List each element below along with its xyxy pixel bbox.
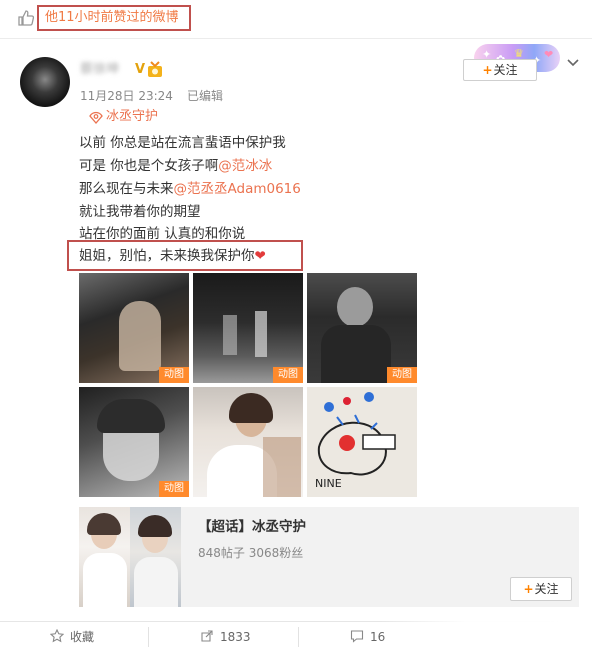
post-line: 以前 你总是站在流言蜚语中保护我 — [79, 134, 286, 152]
topic-name: 冰丞守护 — [252, 519, 306, 535]
thumbs-up-icon — [17, 9, 35, 27]
follow-button[interactable]: +关注 — [463, 59, 537, 81]
post-image[interactable]: 动图 — [193, 273, 303, 383]
post-text: 可是 你也是个女孩子啊 — [79, 158, 219, 174]
post-image[interactable]: 动图 — [79, 387, 189, 497]
post-text: 以前 你总是站在流言蜚语中保护我 — [79, 135, 286, 151]
edited-label[interactable]: 已编辑 — [187, 89, 223, 103]
post-image[interactable]: NINE — [307, 387, 417, 497]
chevron-down-icon[interactable] — [566, 57, 580, 69]
gif-badge: 动图 — [387, 367, 417, 383]
gif-badge: 动图 — [159, 367, 189, 383]
plus-icon: + — [482, 63, 493, 77]
post-line-highlight: 姐姐，别怕，未来换我保护你❤ — [79, 247, 266, 265]
post-line: 就让我带着你的期望 — [79, 203, 201, 221]
repost-button[interactable]: 1833 — [200, 627, 251, 647]
post-timestamp[interactable]: 11月28日 23:24 — [80, 89, 173, 103]
topic-stats: 848帖子 3068粉丝 — [198, 546, 304, 560]
avatar[interactable] — [20, 57, 70, 107]
heart-icon: ❤ — [254, 248, 266, 264]
topic-title[interactable]: 【超话】冰丞守护 — [198, 518, 306, 536]
post-text: 姐姐，别怕，未来换我保护你 — [79, 248, 255, 264]
fade-overlay — [380, 608, 592, 652]
star-icon — [50, 629, 64, 643]
verified-badge: V — [135, 62, 146, 77]
gif-badge: 动图 — [273, 367, 303, 383]
topic-prefix: 【超话】 — [198, 519, 252, 535]
repost-icon — [201, 630, 213, 642]
post-image[interactable]: 动图 — [307, 273, 417, 383]
post-meta: 11月28日 23:24 已编辑 — [80, 88, 237, 104]
post-text: 就让我带着你的期望 — [79, 204, 201, 220]
action-divider — [148, 627, 149, 647]
post-line: 可是 你也是个女孩子啊@范冰冰 — [79, 157, 272, 175]
comment-icon — [350, 630, 364, 643]
post-image[interactable] — [193, 387, 303, 497]
post-text: 那么现在与未来 — [79, 181, 174, 197]
favorite-label: 收藏 — [70, 630, 95, 644]
location-tag[interactable]: 冰丞守护 — [106, 108, 158, 126]
mention-link[interactable]: @范丞丞Adam0616 — [174, 181, 301, 197]
gif-badge: 动图 — [159, 481, 189, 497]
action-divider — [298, 627, 299, 647]
liked-by-text: 他11小时前赞过的微博 — [45, 10, 179, 25]
topic-follow-button[interactable]: +关注 — [510, 577, 572, 601]
follow-label: 关注 — [493, 63, 518, 77]
follow-label: 关注 — [534, 582, 559, 596]
mention-link[interactable]: @范冰冰 — [218, 158, 272, 174]
plus-icon: + — [523, 582, 534, 596]
location-icon — [88, 110, 104, 124]
favorite-button[interactable]: 收藏 — [50, 627, 94, 647]
post-image[interactable]: 动图 — [79, 273, 189, 383]
author-name[interactable]: 蔡徐坤 — [80, 62, 138, 78]
topic-image — [130, 507, 181, 607]
medal-icon — [147, 61, 163, 78]
post-line: 那么现在与未来@范丞丞Adam0616 — [79, 180, 301, 198]
svg-text:NINE: NINE — [315, 477, 342, 490]
header-divider — [0, 38, 592, 39]
topic-image — [79, 507, 130, 607]
repost-count: 1833 — [220, 630, 251, 644]
